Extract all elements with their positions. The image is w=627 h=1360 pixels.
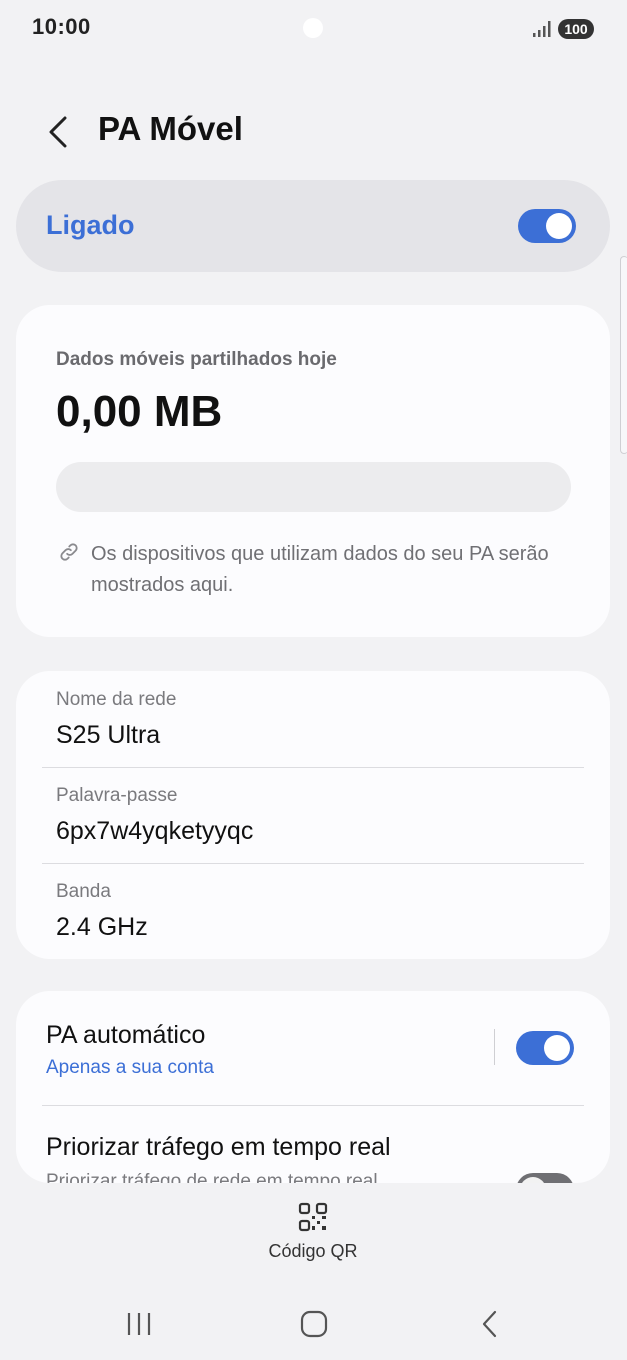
prioritize-subtitle: Priorizar tráfego de rede em tempo real — [46, 1171, 378, 1183]
prioritize-traffic-row[interactable]: Priorizar tráfego em tempo real Prioriza… — [16, 1106, 610, 1183]
qr-code-label: Código QR — [268, 1241, 358, 1261]
usage-note: Os dispositivos que utilizam dados do se… — [91, 543, 549, 596]
switch-knob — [544, 1035, 570, 1061]
hotspot-master-toggle[interactable]: Ligado — [16, 180, 610, 272]
auto-hotspot-switch[interactable] — [516, 1031, 574, 1065]
recent-apps-icon — [127, 1313, 151, 1335]
home-button[interactable] — [284, 1304, 344, 1344]
vertical-separator — [494, 1029, 495, 1065]
battery-icon: 100 — [558, 19, 594, 39]
signal-icon — [533, 21, 551, 37]
data-usage-card: Dados móveis partilhados hoje 0,00 MB Os… — [16, 305, 610, 637]
band-row[interactable]: Banda 2.4 GHz — [16, 863, 610, 959]
recent-apps-button[interactable] — [109, 1304, 169, 1344]
usage-progress-bar — [56, 462, 571, 512]
network-name-label: Nome da rede — [56, 689, 177, 710]
network-settings-card: Nome da rede S25 Ultra Palavra-passe 6px… — [16, 671, 610, 959]
auto-hotspot-row[interactable]: PA automático Apenas a sua conta — [16, 991, 486, 1103]
password-row[interactable]: Palavra-passe 6px7w4yqketyyqc — [16, 767, 610, 863]
link-icon — [60, 543, 78, 561]
back-button[interactable] — [36, 110, 80, 154]
switch-knob — [520, 1177, 546, 1183]
camera-cutout — [303, 18, 323, 38]
page-title: PA Móvel — [98, 110, 243, 147]
qr-code-button[interactable]: Código QR — [250, 1198, 376, 1270]
password-label: Palavra-passe — [56, 785, 178, 806]
auto-hotspot-title: PA automático — [46, 1021, 206, 1049]
auto-hotspot-subtitle: Apenas a sua conta — [46, 1057, 214, 1078]
scroll-indicator[interactable] — [620, 256, 627, 454]
back-icon — [482, 1310, 497, 1338]
auto-hotspot-card: PA automático Apenas a sua conta Prioriz… — [16, 991, 610, 1183]
network-name-row[interactable]: Nome da rede S25 Ultra — [16, 671, 610, 767]
band-label: Banda — [56, 881, 111, 902]
hotspot-switch[interactable] — [518, 209, 576, 243]
usage-value: 0,00 MB — [56, 387, 223, 436]
navigation-bar — [0, 1290, 627, 1360]
switch-knob — [546, 213, 572, 239]
app-header: PA Móvel — [0, 96, 627, 166]
password-value: 6px7w4yqketyyqc — [56, 817, 254, 845]
master-toggle-label: Ligado — [46, 210, 135, 240]
status-time: 10:00 — [32, 14, 91, 39]
band-value: 2.4 GHz — [56, 913, 148, 941]
nav-back-button[interactable] — [460, 1304, 520, 1344]
prioritize-title: Priorizar tráfego em tempo real — [46, 1133, 391, 1161]
prioritize-switch[interactable] — [516, 1173, 574, 1183]
status-bar: 10:00 100 — [0, 0, 627, 58]
usage-label: Dados móveis partilhados hoje — [56, 349, 337, 370]
chevron-left-icon — [49, 116, 67, 148]
home-icon — [300, 1310, 328, 1338]
network-name-value: S25 Ultra — [56, 721, 161, 749]
qr-code-icon — [298, 1202, 328, 1232]
